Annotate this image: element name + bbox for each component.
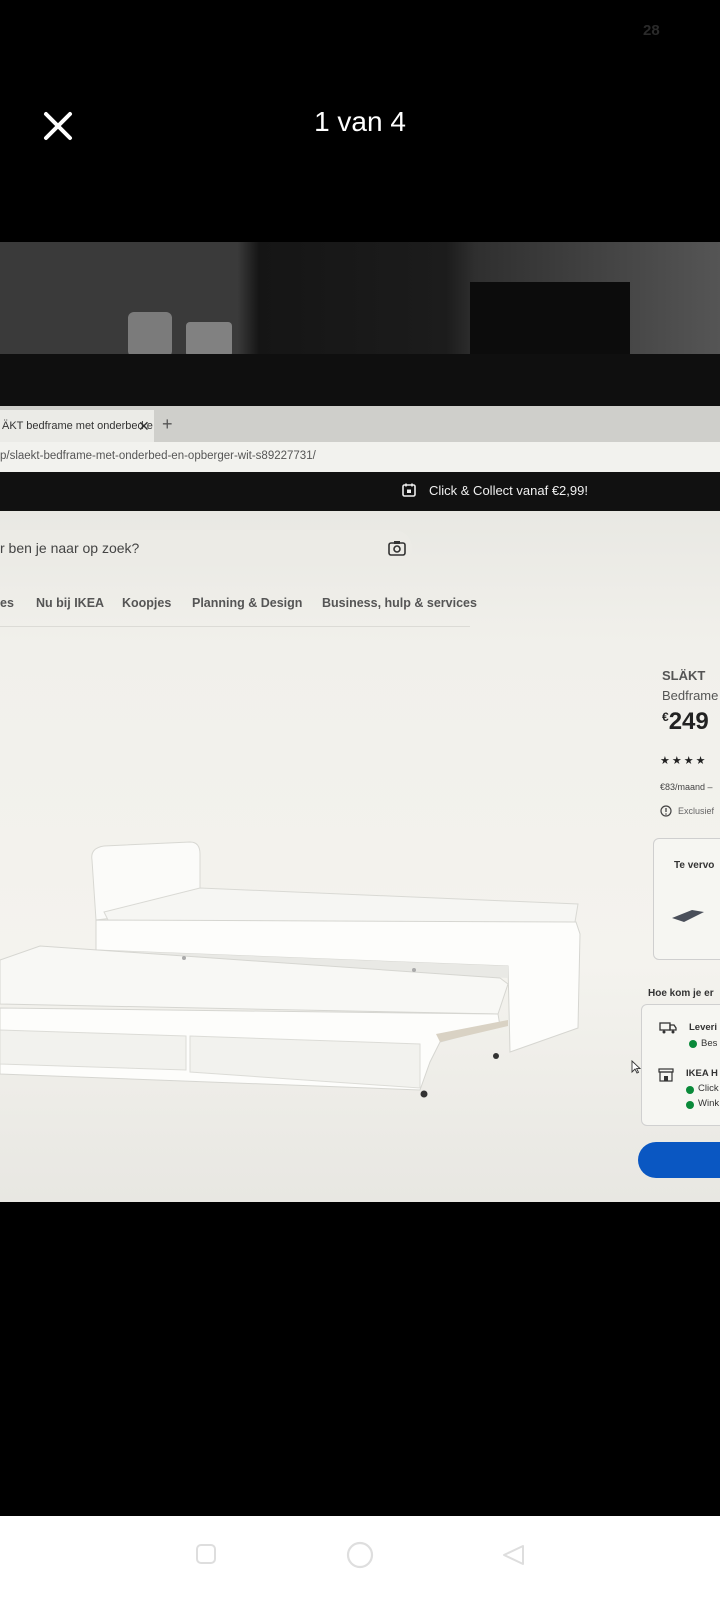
exclusive-note: Exclusief [678,806,715,816]
image-counter: 1 van 4 [314,106,406,137]
rating-stars: ★★★★ [660,755,708,767]
status-dot [686,1101,694,1109]
browser-tab: ÄKT bedframe met onderbed e [0,410,154,442]
tab-title: ÄKT bedframe met onderbed e [2,420,153,432]
price-value: 249 [668,708,709,735]
search-placeholder: r ben je naar op zoek? [0,540,140,556]
photo[interactable]: ÄKT bedframe met onderbed e ✕ + p/slaekt… [0,242,720,1202]
new-tab-icon: + [162,414,173,434]
browser-tabbar: ÄKT bedframe met onderbed e ✕ + [0,406,720,442]
nav-item: Business, hulp & services [322,596,477,610]
truck-icon [659,1022,677,1034]
mouse-cursor-icon [631,1060,641,1074]
mattress-thumbnail [672,910,704,922]
store-line: Click [698,1083,719,1094]
replace-box [653,838,720,960]
delivery-sub: Bes [701,1038,718,1049]
delivery-title: Leveri [689,1022,717,1033]
product-name: Bedframe [662,688,719,703]
store-title: IKEA H [686,1068,718,1079]
price-currency: € [662,710,669,724]
info-icon [660,805,672,817]
room-background [0,242,720,357]
nav-item: es [0,596,14,610]
bed-image [0,841,581,1098]
monitor-screen: ÄKT bedframe met onderbed e ✕ + p/slaekt… [0,406,720,1202]
nav-item: Nu bij IKEA [36,596,105,610]
status-number: 28 [643,22,660,39]
room-object [186,322,232,357]
calendar-icon [402,483,416,497]
nav-item: Planning & Design [192,596,303,610]
site-search: r ben je naar op zoek? [0,530,412,566]
add-to-cart-button [638,1142,720,1178]
recent-apps-icon[interactable] [194,1542,218,1566]
address-bar: p/slaekt-bedframe-met-onderbed-en-opberg… [0,442,720,473]
monitor-bezel [0,354,720,498]
status-dot [689,1040,697,1048]
nav-item: Koopjes [122,596,172,610]
room-shelf [470,282,630,357]
url-text: p/slaekt-bedframe-met-onderbed-en-opberg… [0,450,316,462]
monthly-price: €83/maand – [660,782,713,792]
camera-icon [388,541,406,556]
room-object [128,312,172,357]
promo-banner: Click & Collect vanaf €2,99! [0,472,720,511]
promo-text: Click & Collect vanaf €2,99! [429,483,588,498]
home-icon[interactable] [345,1540,375,1570]
store-line: Wink [698,1098,720,1109]
replace-label: Te vervo [674,860,715,871]
tab-close-icon: ✕ [138,418,150,434]
delivery-heading: Hoe kom je er [648,988,714,999]
site-nav: es Nu bij IKEA Koopjes Planning & Design… [0,592,477,627]
status-dot [686,1086,694,1094]
product-brand: SLÄKT [662,668,706,683]
store-icon [658,1068,674,1082]
back-icon[interactable] [500,1543,526,1567]
product-price: €249 [662,708,709,736]
